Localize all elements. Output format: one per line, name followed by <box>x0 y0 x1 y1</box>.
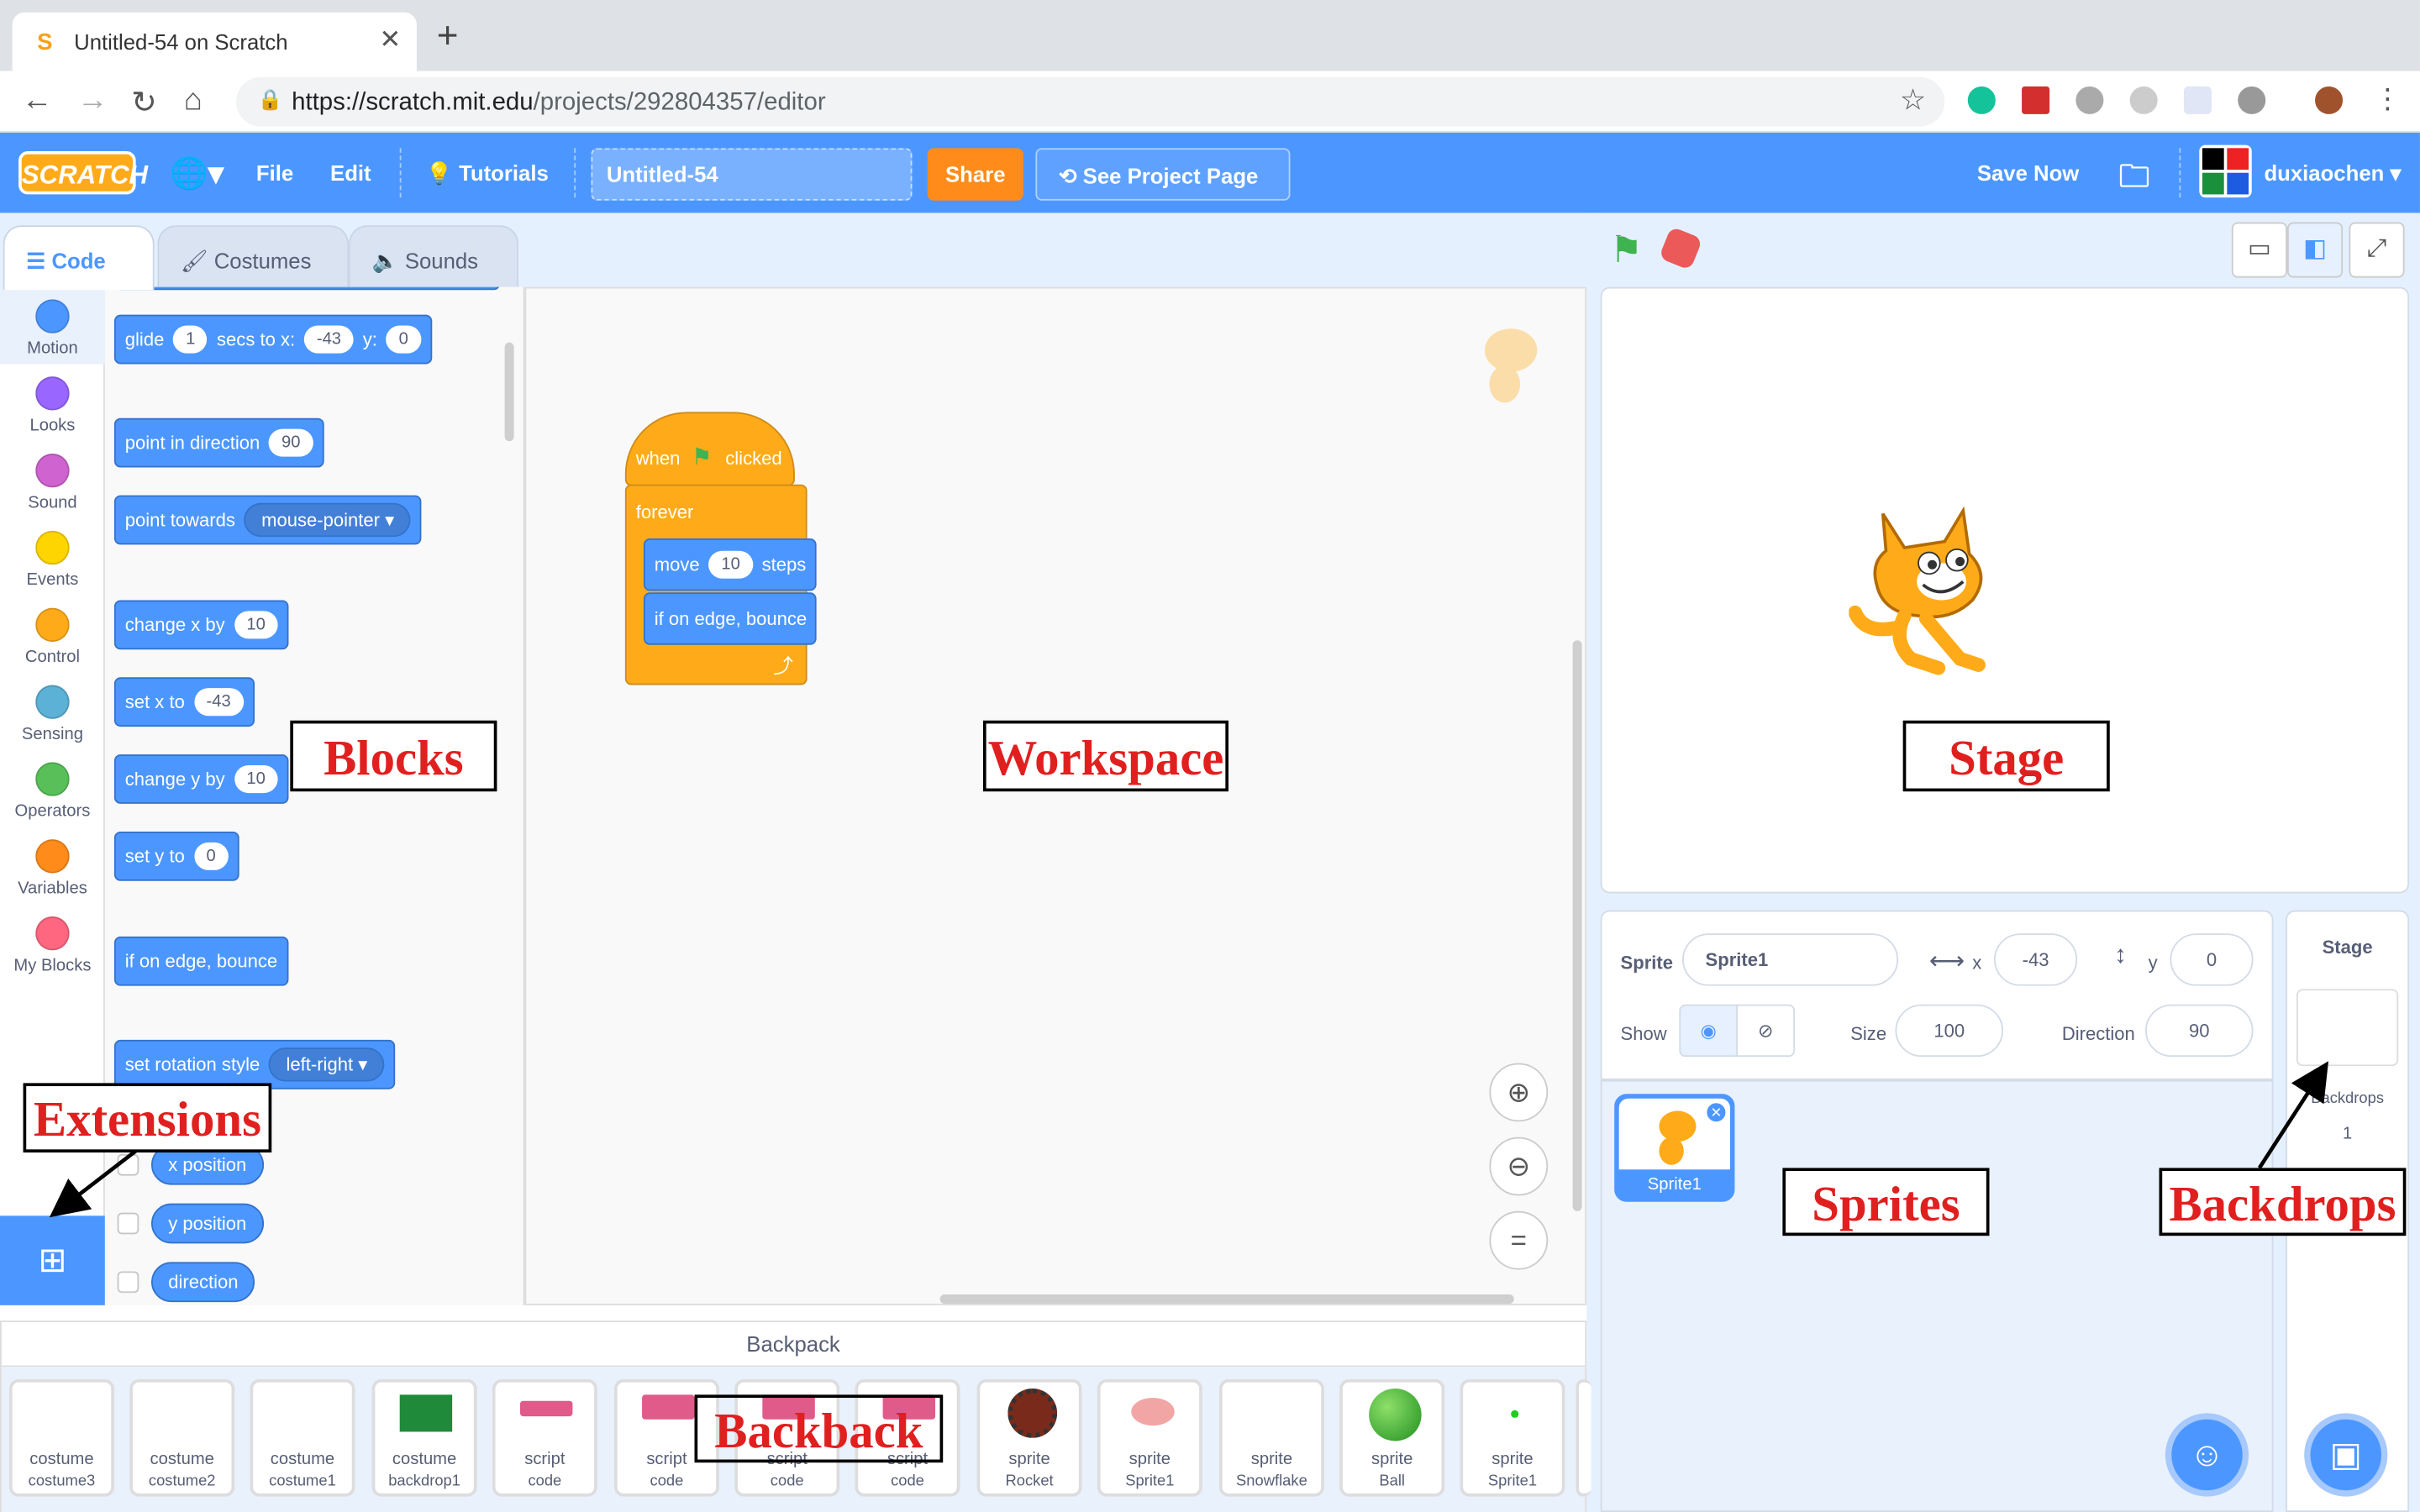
backdrops-arrow <box>2258 1061 2329 1169</box>
code-icon: ☰ <box>26 248 46 274</box>
tab-code[interactable]: ☰ Code <box>3 225 155 291</box>
annotation-arrows <box>49 1061 2329 1218</box>
tab-code-label: Code <box>51 248 106 274</box>
extensions-arrow <box>49 1149 138 1218</box>
